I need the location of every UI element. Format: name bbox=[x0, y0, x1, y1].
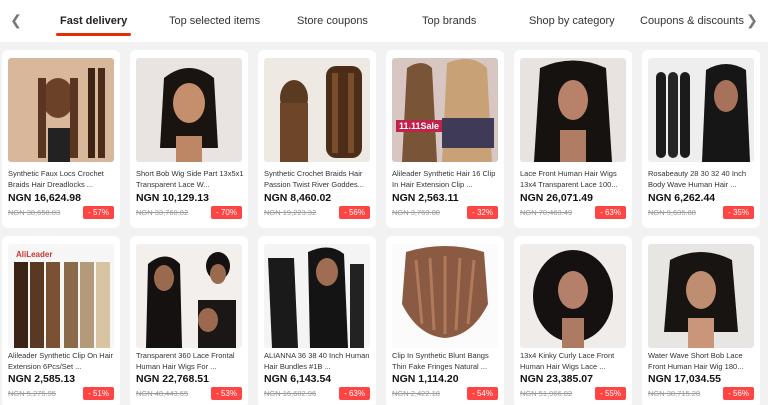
discount-badge: - 35% bbox=[723, 206, 754, 219]
product-title: 13x4 Kinky Curly Lace Front Human Hair W… bbox=[520, 351, 615, 371]
product-image bbox=[136, 58, 242, 162]
product-old-price: NGN 16,602.96 bbox=[264, 389, 317, 398]
product-title: Clip In Synthetic Blunt Bangs Thin Fake … bbox=[392, 351, 489, 371]
product-card[interactable]: Water Wave Short Bob Lace Front Human Ha… bbox=[642, 236, 760, 405]
product-image bbox=[520, 58, 626, 162]
tab-bar: ❮ Fast delivery Top selected items Store… bbox=[0, 0, 768, 42]
product-image: 11.11Sale bbox=[392, 58, 498, 162]
discount-badge: - 54% bbox=[467, 387, 498, 400]
tab-store-coupons[interactable]: Store coupons bbox=[297, 0, 368, 42]
product-image bbox=[520, 244, 626, 348]
product-old-price: NGN 2,422.18 bbox=[392, 389, 440, 398]
product-old-price: NGN 19,223.32 bbox=[264, 208, 317, 217]
product-old-price: NGN 38,658.03 bbox=[8, 208, 61, 217]
product-old-price: NGN 51,966.82 bbox=[520, 389, 573, 398]
product-card[interactable]: Clip In Synthetic Blunt Bangs Thin Fake … bbox=[386, 236, 504, 405]
product-title: Water Wave Short Bob Lace Front Human Ha… bbox=[648, 351, 744, 371]
product-card[interactable]: ALIANNA 36 38 40 Inch Human Hair Bundles… bbox=[258, 236, 376, 405]
product-price: NGN 2,585.13 bbox=[8, 373, 76, 385]
discount-badge: - 51% bbox=[83, 387, 114, 400]
product-title: Synthetic Faux Locs Crochet Braids Hair … bbox=[8, 169, 104, 189]
tab-top-brands[interactable]: Top brands bbox=[422, 0, 476, 42]
product-price: NGN 16,624.98 bbox=[8, 192, 81, 204]
product-old-price: NGN 5,275.95 bbox=[8, 389, 56, 398]
product-price: NGN 10,129.13 bbox=[136, 192, 209, 204]
discount-badge: - 63% bbox=[339, 387, 370, 400]
product-title: Synthetic Crochet Braids Hair Passion Tw… bbox=[264, 169, 364, 189]
product-card[interactable]: Synthetic Faux Locs Crochet Braids Hair … bbox=[2, 50, 120, 228]
product-old-price: NGN 33,760.82 bbox=[136, 208, 189, 217]
tab-coupons-discounts[interactable]: Coupons & discounts bbox=[640, 0, 744, 42]
product-card[interactable]: Synthetic Crochet Braids Hair Passion Tw… bbox=[258, 50, 376, 228]
tab-shop-by-category[interactable]: Shop by category bbox=[529, 0, 615, 42]
product-title: Alileader Synthetic Clip On Hair Extensi… bbox=[8, 351, 114, 371]
product-price: NGN 22,768.51 bbox=[136, 373, 209, 385]
product-old-price: NGN 3,769.80 bbox=[392, 208, 440, 217]
product-price: NGN 26,071.49 bbox=[520, 192, 593, 204]
tab-fast-delivery[interactable]: Fast delivery bbox=[55, 0, 132, 42]
product-price: NGN 6,262.44 bbox=[648, 192, 716, 204]
discount-badge: - 32% bbox=[467, 206, 498, 219]
product-title: Short Bob Wig Side Part 13x5x1 Transpare… bbox=[136, 169, 244, 189]
sale-tag: 11.11Sale bbox=[396, 120, 443, 132]
product-title: Rosabeauty 28 30 32 40 Inch Body Wave Hu… bbox=[648, 169, 746, 189]
product-image bbox=[392, 244, 498, 348]
discount-badge: - 53% bbox=[211, 387, 242, 400]
product-title: ALIANNA 36 38 40 Inch Human Hair Bundles… bbox=[264, 351, 370, 371]
discount-badge: - 70% bbox=[211, 206, 242, 219]
product-card[interactable]: Rosabeauty 28 30 32 40 Inch Body Wave Hu… bbox=[642, 50, 760, 228]
discount-badge: - 56% bbox=[723, 387, 754, 400]
product-price: NGN 1,114.20 bbox=[392, 373, 459, 385]
brand-tag: AliLeader bbox=[16, 250, 53, 259]
product-card[interactable]: Lace Front Human Hair Wigs 13x4 Transpar… bbox=[514, 50, 632, 228]
product-price: NGN 6,143.54 bbox=[264, 373, 332, 385]
product-old-price: NGN 70,463.49 bbox=[520, 208, 573, 217]
discount-badge: - 56% bbox=[339, 206, 370, 219]
product-image bbox=[264, 58, 370, 162]
product-image bbox=[136, 244, 242, 348]
product-price: NGN 23,385.07 bbox=[520, 373, 593, 385]
product-old-price: NGN 9,635.88 bbox=[648, 208, 696, 217]
product-image bbox=[264, 244, 370, 348]
product-title: Alileader Synthetic Hair 16 Clip In Hair… bbox=[392, 169, 496, 189]
tab-top-selected-items[interactable]: Top selected items bbox=[169, 0, 260, 42]
product-price: NGN 8,460.02 bbox=[264, 192, 332, 204]
product-title: Lace Front Human Hair Wigs 13x4 Transpar… bbox=[520, 169, 618, 189]
product-price: NGN 17,034.55 bbox=[648, 373, 721, 385]
product-old-price: NGN 38,715.28 bbox=[648, 389, 701, 398]
product-card[interactable]: Transparent 360 Lace Frontal Human Hair … bbox=[130, 236, 248, 405]
discount-badge: - 63% bbox=[595, 206, 626, 219]
product-card[interactable]: Short Bob Wig Side Part 13x5x1 Transpare… bbox=[130, 50, 248, 228]
product-card[interactable]: 13x4 Kinky Curly Lace Front Human Hair W… bbox=[514, 236, 632, 405]
chevron-left-icon[interactable]: ❮ bbox=[6, 10, 26, 30]
product-title: Transparent 360 Lace Frontal Human Hair … bbox=[136, 351, 235, 371]
discount-badge: - 57% bbox=[83, 206, 114, 219]
product-image bbox=[648, 58, 754, 162]
product-image bbox=[8, 58, 114, 162]
discount-badge: - 55% bbox=[595, 387, 626, 400]
chevron-right-icon[interactable]: ❯ bbox=[742, 10, 762, 30]
product-image: AliLeader bbox=[8, 244, 114, 348]
product-image bbox=[648, 244, 754, 348]
product-card[interactable]: 11.11Sale Alileader Synthetic Hair 16 Cl… bbox=[386, 50, 504, 228]
product-card[interactable]: AliLeader Alileader Synthetic Clip On Ha… bbox=[2, 236, 120, 405]
product-old-price: NGN 48,443.65 bbox=[136, 389, 189, 398]
product-price: NGN 2,563.11 bbox=[392, 192, 459, 204]
